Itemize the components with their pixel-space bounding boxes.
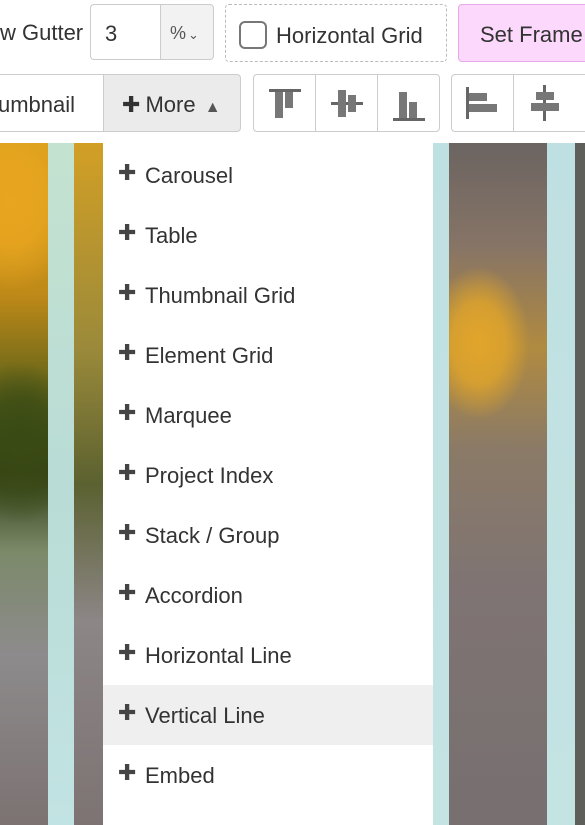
plus-icon: ✚ <box>118 340 137 365</box>
menu-item-label: Thumbnail Grid <box>145 283 296 308</box>
plus-icon: ✚ <box>118 760 137 785</box>
plus-icon: ✚ <box>118 160 137 185</box>
horizontal-grid-toggle[interactable]: Horizontal Grid <box>225 4 447 62</box>
canvas-image-right <box>449 143 547 825</box>
align-bottom-button[interactable] <box>378 75 440 131</box>
gutter-label: w Gutter <box>0 20 84 45</box>
horizontal-align-group <box>451 74 585 132</box>
align-center-icon <box>531 85 559 121</box>
plus-icon: ✚ <box>118 280 137 305</box>
menu-item-vertical-line[interactable]: ✚ Vertical Line <box>103 685 433 745</box>
grid-gutter-column <box>433 143 449 825</box>
align-middle-button[interactable] <box>316 75 378 131</box>
plus-icon: ✚ <box>122 92 141 117</box>
menu-item-stack-group[interactable]: ✚ Stack / Group <box>103 505 433 565</box>
menu-item-thumbnail-grid[interactable]: ✚ Thumbnail Grid <box>103 265 433 325</box>
align-left-icon <box>466 87 497 119</box>
plus-icon: ✚ <box>118 640 137 665</box>
plus-icon: ✚ <box>118 580 137 605</box>
menu-item-label: Table <box>145 223 198 248</box>
menu-item-carousel[interactable]: ✚ Carousel <box>103 145 433 205</box>
menu-item-label: Embed <box>145 763 215 788</box>
vertical-align-group <box>253 74 440 132</box>
gutter-unit-value: % <box>170 23 187 43</box>
plus-icon: ✚ <box>118 400 137 425</box>
plus-icon: ✚ <box>118 700 137 725</box>
align-middle-icon <box>331 90 363 117</box>
add-thumbnail-button[interactable]: umbnail <box>0 74 104 132</box>
menu-item-element-grid[interactable]: ✚ Element Grid <box>103 325 433 385</box>
more-elements-button[interactable]: ✚ More ▲ <box>103 74 241 132</box>
menu-item-table[interactable]: ✚ Table <box>103 205 433 265</box>
align-top-button[interactable] <box>254 75 316 131</box>
menu-item-project-index[interactable]: ✚ Project Index <box>103 445 433 505</box>
horizontal-grid-label: Horizontal Grid <box>276 23 423 48</box>
more-label: More <box>145 92 196 117</box>
menu-item-label: Accordion <box>145 583 243 608</box>
menu-item-label: Vertical Line <box>145 703 265 728</box>
align-top-icon <box>269 89 301 118</box>
menu-item-label: Stack / Group <box>145 523 280 548</box>
menu-item-label: Carousel <box>145 163 234 188</box>
chevron-down-icon: ⌄ <box>188 27 199 42</box>
menu-item-marquee[interactable]: ✚ Marquee <box>103 385 433 445</box>
plus-icon: ✚ <box>118 460 137 485</box>
caret-up-icon: ▲ <box>204 99 221 116</box>
align-center-button[interactable] <box>514 75 576 131</box>
toolbar-row-grid: w Gutter 3 % ⌄ Horizontal Grid Set Frame <box>0 0 585 68</box>
menu-item-accordion[interactable]: ✚ Accordion <box>103 565 433 625</box>
menu-item-label: Marquee <box>145 403 232 428</box>
align-bottom-icon <box>393 92 425 121</box>
add-thumbnail-label: umbnail <box>0 92 76 117</box>
align-left-button[interactable] <box>452 75 514 131</box>
menu-item-label: Project Index <box>145 463 274 488</box>
canvas-image-edge <box>575 143 585 825</box>
plus-icon: ✚ <box>118 520 137 545</box>
toolbar-row-elements: umbnail ✚ More ▲ <box>0 68 585 143</box>
menu-item-horizontal-line[interactable]: ✚ Horizontal Line <box>103 625 433 685</box>
gutter-value-input[interactable]: 3 <box>90 4 160 60</box>
grid-gutter-column <box>48 143 74 825</box>
menu-item-label: Element Grid <box>145 343 274 368</box>
plus-icon: ✚ <box>118 220 137 245</box>
canvas-image-strip <box>74 143 104 825</box>
canvas-image-left <box>0 143 48 825</box>
menu-item-embed[interactable]: ✚ Embed <box>103 745 433 805</box>
set-frame-button[interactable]: Set Frame <box>458 4 585 62</box>
grid-gutter-column <box>547 143 575 825</box>
menu-item-label: Horizontal Line <box>145 643 292 668</box>
more-elements-menu: ✚ Carousel ✚ Table ✚ Thumbnail Grid ✚ El… <box>103 143 433 825</box>
gutter-unit-select[interactable]: % ⌄ <box>160 4 214 60</box>
horizontal-grid-checkbox[interactable] <box>239 21 267 49</box>
